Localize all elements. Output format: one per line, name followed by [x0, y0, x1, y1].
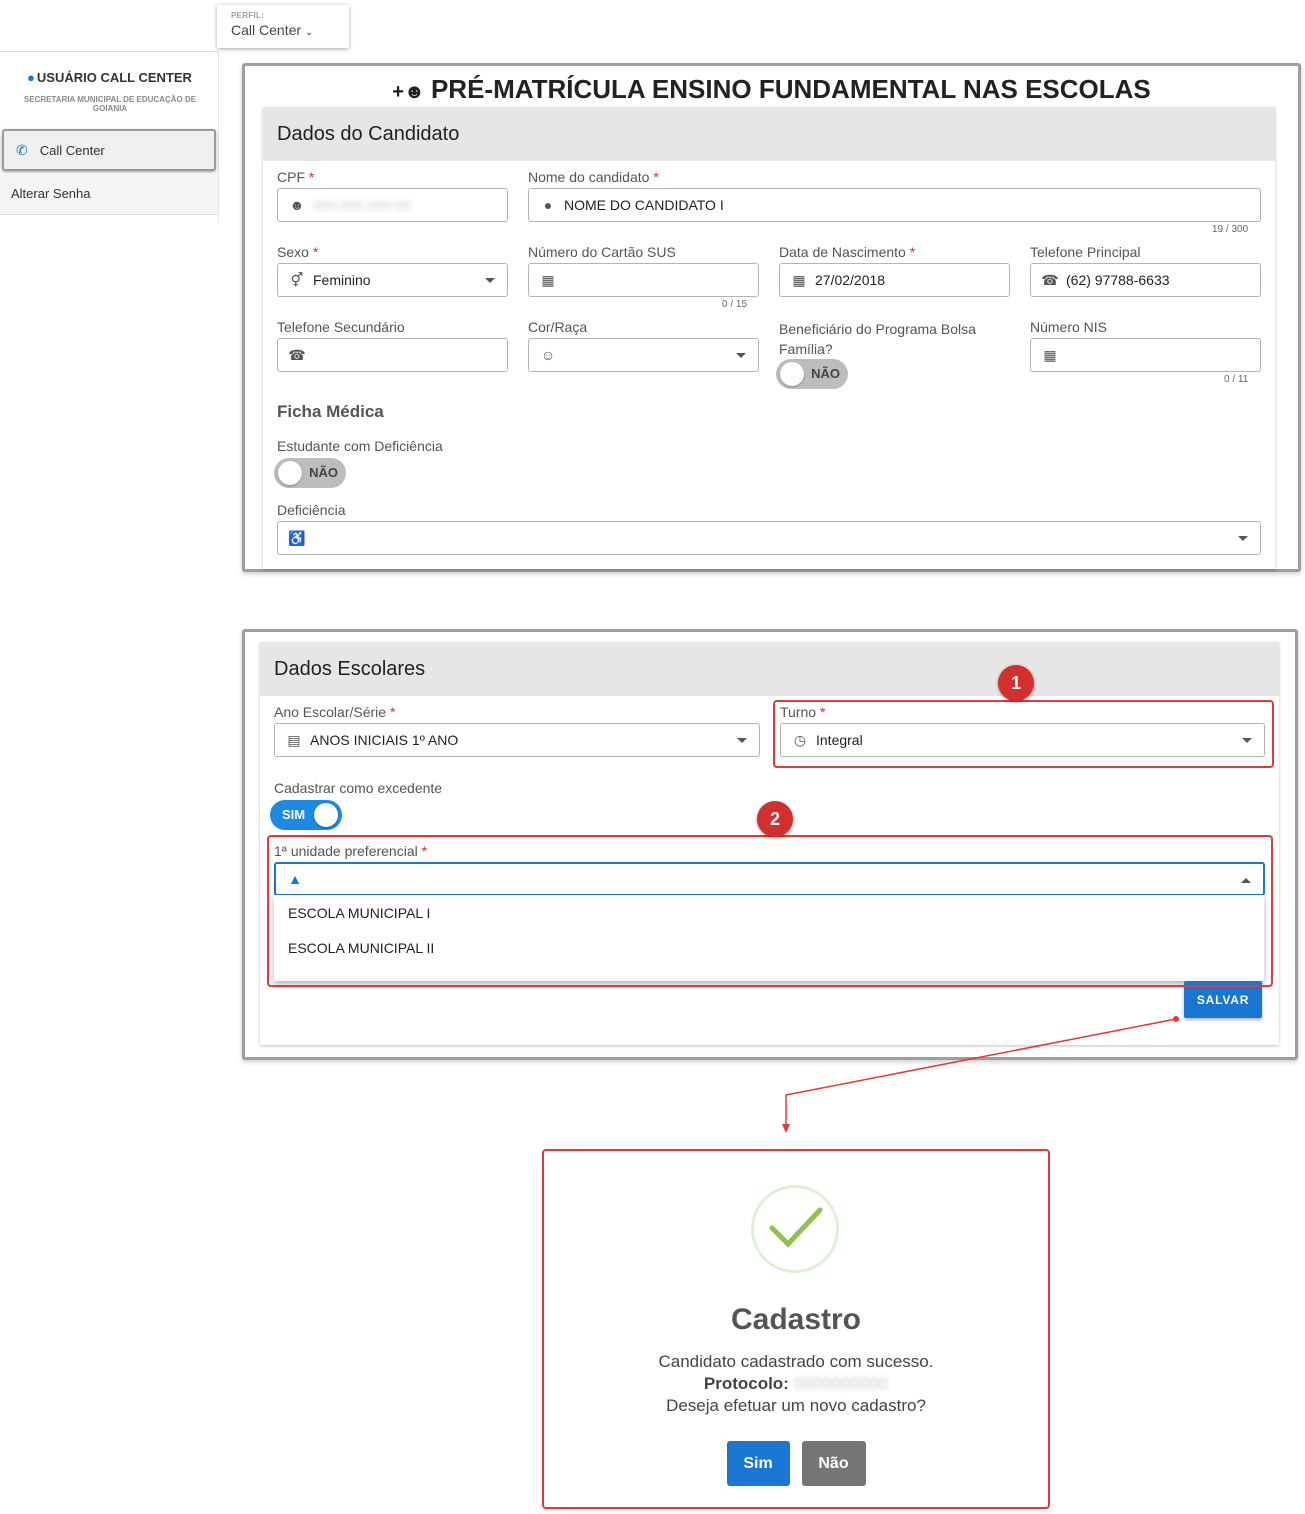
- caret-down-icon: [1238, 536, 1248, 541]
- sidebar-item-alterar-senha[interactable]: Alterar Senha: [0, 173, 218, 215]
- telefone-secundario-label: Telefone Secundário: [277, 319, 405, 335]
- nis-label: Número NIS: [1030, 319, 1108, 335]
- modal-success-text: Candidato cadastrado com sucesso.: [658, 1352, 934, 1371]
- gender-icon: ⚥: [290, 271, 304, 288]
- sexo-select[interactable]: ⚥ Feminino: [277, 263, 508, 297]
- nascimento-value: 27/02/2018: [815, 272, 886, 288]
- nome-label: Nome do candidato *: [528, 169, 659, 185]
- nis-field[interactable]: ▦: [1030, 338, 1261, 372]
- caret-down-icon: [737, 738, 747, 743]
- sidebar-item-label: Alterar Senha: [11, 186, 91, 201]
- phone-icon: ✆: [16, 141, 28, 158]
- profile-caption: PERFIL:: [231, 11, 265, 20]
- nascimento-field[interactable]: ▦ 27/02/2018: [779, 263, 1010, 297]
- telefone-principal-value: (62) 97788-6633: [1066, 272, 1170, 288]
- no-button[interactable]: Não: [801, 1441, 866, 1486]
- telephone-icon: ☎: [1041, 271, 1059, 288]
- bolsa-familia-toggle[interactable]: NÃO: [776, 359, 848, 389]
- nome-value: NOME DO CANDIDATO I: [564, 197, 724, 213]
- sidebar: ● USUÁRIO CALL CENTER SECRETARIA MUNICIPA…: [0, 51, 219, 223]
- deficiencia-select[interactable]: ♿: [277, 521, 1261, 555]
- section-title-candidato: Dados do Candidato: [263, 107, 1275, 161]
- ano-select[interactable]: ▤ ANOS INICIAIS 1º ANO: [274, 723, 760, 757]
- bolsa-familia-label: Beneficiário do Programa Bolsa Família?: [779, 321, 976, 357]
- wheelchair-icon: ♿: [288, 529, 306, 546]
- success-modal: Cadastro Candidato cadastrado com sucess…: [542, 1149, 1050, 1509]
- ficha-medica-title: Ficha Médica: [277, 402, 384, 421]
- modal-question: Deseja efetuar um novo cadastro?: [666, 1396, 926, 1415]
- excedente-label: Cadastrar como excedente: [274, 780, 443, 796]
- success-check-icon: [751, 1185, 839, 1273]
- toggle-knob: [314, 803, 338, 827]
- nome-counter: 19 / 300: [1212, 224, 1249, 235]
- annotation-badge-2: 2: [757, 801, 793, 837]
- ano-label: Ano Escolar/Série *: [274, 704, 396, 720]
- excedente-toggle[interactable]: SIM: [270, 800, 342, 830]
- toggle-text: NÃO: [309, 465, 338, 480]
- toggle-text: NÃO: [811, 366, 840, 381]
- caret-down-icon: [485, 278, 495, 283]
- annotation-badge-1: 1: [998, 665, 1034, 701]
- sidebar-item-call-center[interactable]: ✆ Call Center: [2, 129, 216, 171]
- page-title: +☻ PRÉ-MATRÍCULA ENSINO FUNDAMENTAL NAS E…: [392, 74, 1151, 104]
- toggle-text: SIM: [282, 807, 306, 822]
- cor-raca-label: Cor/Raça: [528, 319, 588, 335]
- book-icon: ▤: [287, 731, 301, 748]
- telefone-principal-label: Telefone Principal: [1030, 244, 1141, 260]
- sexo-label: Sexo *: [277, 244, 319, 260]
- calendar-icon: ▦: [792, 271, 806, 288]
- user-search-icon: ☻: [289, 197, 305, 213]
- deficiencia-label: Deficiência: [277, 502, 346, 518]
- user-question-icon: ☺: [540, 347, 556, 363]
- toggle-knob: [780, 362, 804, 386]
- ano-value: ANOS INICIAIS 1º ANO: [310, 732, 459, 748]
- cpf-label: CPF *: [277, 169, 315, 185]
- highlight-turno: [773, 700, 1274, 768]
- modal-buttons: Sim Não: [544, 1441, 1048, 1486]
- deficiencia-toggle-label: Estudante com Deficiência: [277, 438, 443, 454]
- sidebar-item-label: Call Center: [39, 142, 105, 158]
- caret-down-icon: [736, 353, 746, 358]
- section-title-escolares: Dados Escolares: [260, 642, 1279, 696]
- modal-protocol: Protocolo: 0000000000: [703, 1374, 889, 1393]
- profile-selector[interactable]: PERFIL: Call Center ⌄: [217, 5, 349, 48]
- sus-label: Número do Cartão SUS: [528, 244, 676, 260]
- highlight-unidade: [267, 835, 1273, 987]
- user-icon: ●: [27, 70, 35, 85]
- sexo-value: Feminino: [313, 272, 371, 288]
- nis-counter: 0 / 11: [1224, 374, 1249, 385]
- chevron-down-icon: ⌄: [304, 27, 314, 38]
- nascimento-label: Data de Nascimento *: [779, 244, 916, 260]
- nome-field[interactable]: ● NOME DO CANDIDATO I: [528, 188, 1261, 222]
- add-users-icon: +☻: [392, 81, 425, 103]
- cor-raca-select[interactable]: ☺: [528, 338, 759, 372]
- modal-title: Cadastro: [730, 1303, 862, 1336]
- deficiencia-toggle[interactable]: NÃO: [274, 458, 346, 488]
- telefone-secundario-field[interactable]: ☎: [277, 338, 508, 372]
- telephone-icon: ☎: [288, 346, 306, 363]
- cpf-field[interactable]: ☻ 000.000.000-00: [277, 188, 508, 222]
- toggle-knob: [278, 461, 302, 485]
- modal-message: Candidato cadastrado com sucesso. Protoc…: [544, 1351, 1048, 1417]
- sus-counter: 0 / 15: [722, 299, 748, 310]
- user-organization: SECRETARIA MUNICIPAL DE EDUCAÇÃO DE GOIA…: [23, 95, 197, 113]
- sus-field[interactable]: ▦: [528, 263, 759, 297]
- telefone-principal-field[interactable]: ☎ (62) 97788-6633: [1030, 263, 1261, 297]
- cpf-value: 000.000.000-00: [313, 197, 412, 213]
- profile-value: Call Center ⌄: [231, 22, 314, 38]
- id-card-icon: ▦: [1043, 346, 1057, 363]
- id-card-icon: ▦: [541, 271, 555, 288]
- person-icon: ●: [543, 197, 553, 213]
- user-name: ● USUÁRIO CALL CENTER: [27, 70, 192, 85]
- yes-button[interactable]: Sim: [726, 1441, 790, 1486]
